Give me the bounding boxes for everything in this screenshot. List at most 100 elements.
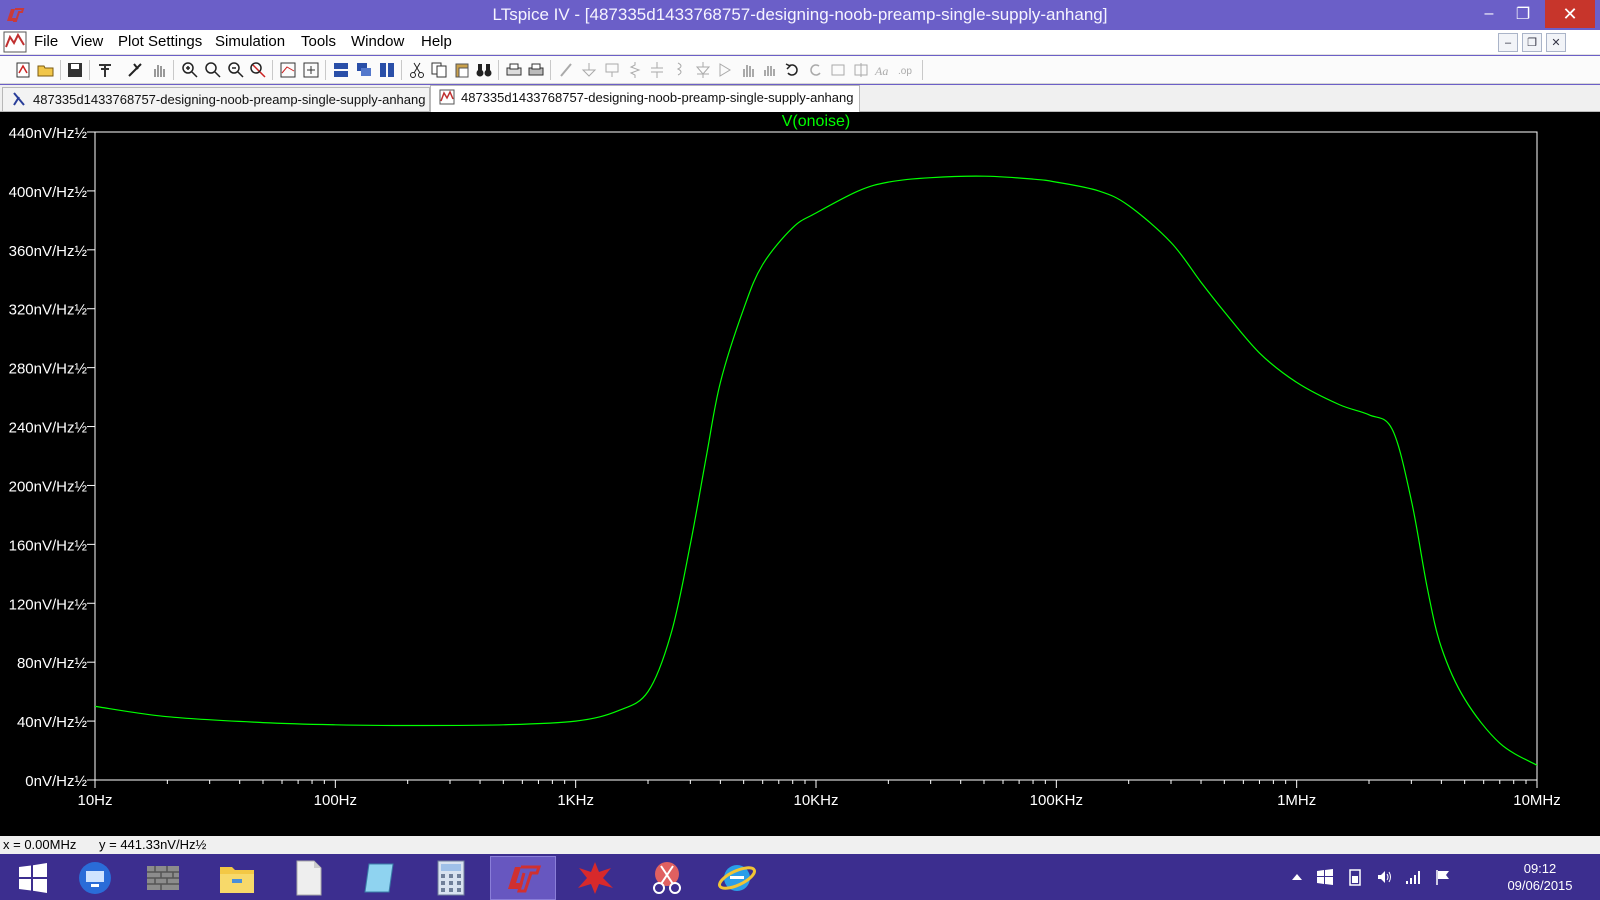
menu-view[interactable]: View <box>71 33 103 50</box>
component-icon[interactable] <box>716 61 734 79</box>
text-icon[interactable]: Aa <box>874 61 892 79</box>
save-icon[interactable] <box>66 61 84 79</box>
label-net-icon[interactable] <box>603 61 621 79</box>
cascade-icon[interactable] <box>355 61 373 79</box>
maximize-button[interactable]: ❐ <box>1500 0 1546 28</box>
rotate-icon[interactable] <box>829 61 847 79</box>
tile-vertical-icon[interactable] <box>378 61 396 79</box>
status-bar: x = 0.00MHz y = 441.33nV/Hz½ <box>0 836 1600 854</box>
window-title: LTspice IV - [487335d1433768757-designin… <box>492 5 1108 24</box>
spice-directive-icon[interactable]: .op <box>897 61 915 79</box>
task-snipping-tool[interactable] <box>634 856 700 900</box>
start-button[interactable] <box>0 856 66 900</box>
toolbar-separator <box>401 60 402 80</box>
control-panel-icon[interactable] <box>96 61 114 79</box>
tab-label: 487335d1433768757-designing-noob-preamp-… <box>33 92 426 107</box>
print-preview-icon[interactable] <box>527 61 545 79</box>
ground-icon[interactable] <box>580 61 598 79</box>
waveform-doc-icon[interactable] <box>3 31 27 53</box>
mdi-close-button[interactable]: ✕ <box>1546 33 1566 52</box>
menu-plot-settings[interactable]: Plot Settings <box>118 33 202 50</box>
show-hidden-icons-icon[interactable] <box>1288 868 1306 886</box>
x-tick-label: 1KHz <box>557 792 594 809</box>
undo-icon[interactable] <box>784 61 802 79</box>
move-hand-icon[interactable] <box>739 61 757 79</box>
cut-icon[interactable] <box>408 61 426 79</box>
task-calculator[interactable] <box>418 856 484 900</box>
inductor-icon[interactable] <box>671 61 689 79</box>
series-line-0 <box>94 175 1538 766</box>
waveform-plot[interactable]: 0nV/Hz½ 40nV/Hz½ 80nV/Hz½ 120nV/Hz½ 160nV/Hz… <box>0 112 1600 836</box>
calculator-icon <box>437 860 465 896</box>
clock-date: 09/06/2015 <box>1507 878 1573 893</box>
zoom-back-icon[interactable] <box>204 61 222 79</box>
mdi-restore-button[interactable]: ❐ <box>1522 33 1542 52</box>
resistor-icon[interactable] <box>626 61 644 79</box>
battery-icon[interactable] <box>1346 868 1364 886</box>
windows-tray-icon[interactable] <box>1316 868 1334 886</box>
x-tick-label: 10KHz <box>793 792 838 809</box>
task-game[interactable] <box>562 856 628 900</box>
open-icon[interactable] <box>37 61 55 79</box>
network-signal-icon[interactable] <box>1404 868 1422 886</box>
x-tick-label: 1MHz <box>1277 792 1316 809</box>
task-document[interactable] <box>276 856 342 900</box>
drag-hand-icon[interactable] <box>761 61 779 79</box>
zoom-fit-icon[interactable] <box>249 61 267 79</box>
taskbar-clock[interactable]: 09:12 09/06/2015 <box>1495 860 1585 894</box>
copy-icon[interactable] <box>430 61 448 79</box>
firewall-icon <box>147 866 179 890</box>
snipping-tool-icon <box>653 862 681 894</box>
capacitor-icon[interactable] <box>648 61 666 79</box>
clock-time: 09:12 <box>1523 861 1557 876</box>
toolbar-separator <box>498 60 499 80</box>
tab-waveform[interactable]: 487335d1433768757-designing-noob-preamp-… <box>430 85 860 112</box>
task-ltspice[interactable] <box>490 856 556 900</box>
task-firewall[interactable] <box>130 856 196 900</box>
y-tick-label: 160nV/Hz½ <box>9 537 88 554</box>
taskbar: 09:12 09/06/2015 <box>0 854 1600 900</box>
paste-icon[interactable] <box>453 61 471 79</box>
svg-text:Aa: Aa <box>874 64 888 78</box>
mirror-icon[interactable] <box>852 61 870 79</box>
y-tick-label: 200nV/Hz½ <box>9 478 88 495</box>
ltspice-icon <box>508 865 542 893</box>
task-internet-explorer[interactable] <box>704 856 770 900</box>
print-icon[interactable] <box>505 61 523 79</box>
pan-hand-icon[interactable] <box>150 61 168 79</box>
close-button[interactable]: ✕ <box>1545 0 1595 28</box>
task-remote-desktop[interactable] <box>62 856 128 900</box>
add-trace-icon[interactable] <box>302 61 320 79</box>
draw-wire-icon[interactable] <box>558 61 576 79</box>
new-schematic-icon[interactable] <box>14 61 32 79</box>
toolbar-separator <box>60 60 61 80</box>
tab-schematic[interactable]: 487335d1433768757-designing-noob-preamp-… <box>2 87 430 111</box>
notepad-icon <box>364 863 394 893</box>
x-tick-label: 100KHz <box>1030 792 1083 809</box>
y-tick-label: 400nV/Hz½ <box>9 184 88 201</box>
tab-label: 487335d1433768757-designing-noob-preamp-… <box>461 90 854 105</box>
noise-chart[interactable]: 0nV/Hz½ 40nV/Hz½ 80nV/Hz½ 120nV/Hz½ 160nV/Hz… <box>0 112 1600 836</box>
mdi-minimize-button[interactable]: – <box>1498 33 1518 52</box>
menu-tools[interactable]: Tools <box>301 33 336 50</box>
tile-horizontal-icon[interactable] <box>332 61 350 79</box>
redo-icon[interactable] <box>806 61 824 79</box>
run-icon[interactable] <box>126 61 144 79</box>
volume-icon[interactable] <box>1376 868 1394 886</box>
menu-window[interactable]: Window <box>351 33 404 50</box>
zoom-out-icon[interactable] <box>227 61 245 79</box>
action-center-flag-icon[interactable] <box>1434 868 1452 886</box>
diode-icon[interactable] <box>694 61 712 79</box>
menu-file[interactable]: File <box>34 33 58 50</box>
y-tick-label: 240nV/Hz½ <box>9 420 88 437</box>
find-binoculars-icon[interactable] <box>475 61 493 79</box>
file-explorer-icon <box>220 867 254 893</box>
menu-simulation[interactable]: Simulation <box>215 33 285 50</box>
menu-help[interactable]: Help <box>421 33 452 50</box>
schematic-icon <box>13 92 25 106</box>
task-file-explorer[interactable] <box>204 856 270 900</box>
zoom-in-icon[interactable] <box>181 61 199 79</box>
autorange-icon[interactable] <box>279 61 297 79</box>
remote-desktop-icon <box>79 862 111 894</box>
task-notepad[interactable] <box>346 856 412 900</box>
